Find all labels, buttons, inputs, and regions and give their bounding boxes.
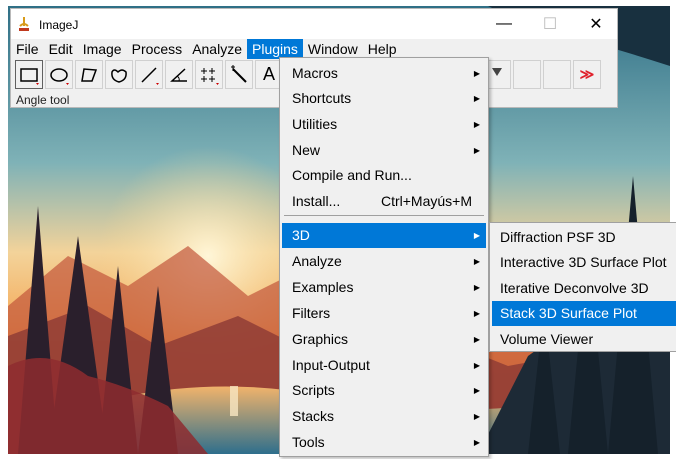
menu-bar: File Edit Image Process Analyze Plugins … xyxy=(11,39,617,59)
custom-tool-2-button[interactable] xyxy=(543,60,571,89)
plugins-menu-item-stacks[interactable]: Stacks ▶ xyxy=(282,404,486,429)
angle-icon xyxy=(170,67,187,82)
polygon-tool-button[interactable] xyxy=(75,60,103,89)
rectangle-tool-button[interactable] xyxy=(15,60,43,89)
submenu-arrow-icon: ▶ xyxy=(473,309,480,318)
menu-separator xyxy=(284,215,484,216)
submenu-item-interactive-3d-surface-plot[interactable]: Interactive 3D Surface Plot xyxy=(492,250,676,275)
plugins-menu-item-macros[interactable]: Macros ▶ xyxy=(282,61,486,86)
line-icon xyxy=(141,66,159,85)
plugins-menu-item-shortcuts[interactable]: Shortcuts ▶ xyxy=(282,86,486,111)
submenu-arrow-icon: ▶ xyxy=(473,146,480,155)
menu-file[interactable]: File xyxy=(11,39,44,59)
oval-tool-button[interactable] xyxy=(45,60,73,89)
submenu-arrow-icon: ▶ xyxy=(473,231,480,240)
text-tool-glyph: A xyxy=(262,64,275,84)
submenu-arrow-icon: ▶ xyxy=(473,69,480,78)
submenu-arrow-icon: ▶ xyxy=(473,412,480,421)
freehand-icon xyxy=(111,68,127,83)
title-bar[interactable]: ImageJ — ☐ ✕ xyxy=(11,9,617,39)
plugins-menu-item-utilities[interactable]: Utilities ▶ xyxy=(282,112,486,137)
submenu-item-stack-3d-surface-plot[interactable]: Stack 3D Surface Plot xyxy=(492,301,676,326)
plugins-menu-item-scripts[interactable]: Scripts ▶ xyxy=(282,378,486,403)
menu-help[interactable]: Help xyxy=(363,39,402,59)
minimize-button[interactable]: — xyxy=(481,9,527,39)
submenu-item-diffraction-psf-3d[interactable]: Diffraction PSF 3D xyxy=(492,225,676,250)
multipoint-icon xyxy=(201,67,219,85)
line-tool-button[interactable] xyxy=(135,60,163,89)
submenu-arrow-icon: ▶ xyxy=(473,438,480,447)
oval-icon xyxy=(50,67,69,85)
wand-icon xyxy=(231,64,247,83)
plugins-menu-item-new[interactable]: New ▶ xyxy=(282,138,486,163)
polygon-icon xyxy=(81,67,98,82)
submenu-arrow-icon: ▶ xyxy=(473,361,480,370)
dropdown-indicator-icon xyxy=(492,67,502,76)
plugins-menu: Macros ▶ Shortcuts ▶ Utilities ▶ New ▶ Compi… xyxy=(279,57,489,457)
menu-edit[interactable]: Edit xyxy=(44,39,78,59)
status-text: Angle tool xyxy=(16,93,70,107)
maximize-button[interactable]: ☐ xyxy=(527,9,573,39)
submenu-item-iterative-deconvolve-3d[interactable]: Iterative Deconvolve 3D xyxy=(492,276,676,301)
plugins-menu-item-tools[interactable]: Tools ▶ xyxy=(282,430,486,455)
submenu-arrow-icon: ▶ xyxy=(473,94,480,103)
submenu-arrow-icon: ▶ xyxy=(473,257,480,266)
plugins-menu-item-analyze[interactable]: Analyze ▶ xyxy=(282,249,486,274)
plugins-menu-item-3d[interactable]: 3D ▶ xyxy=(282,223,486,248)
rectangle-icon xyxy=(20,67,39,85)
plugins-menu-item-filters[interactable]: Filters ▶ xyxy=(282,301,486,326)
install-shortcut: Ctrl+Mayús+M xyxy=(380,193,472,209)
submenu-3d: Diffraction PSF 3D Interactive 3D Surfac… xyxy=(489,222,676,352)
submenu-arrow-icon: ▶ xyxy=(473,386,480,395)
submenu-item-volume-viewer[interactable]: Volume Viewer xyxy=(492,327,676,352)
imagej-logo-icon xyxy=(17,16,31,32)
plugins-menu-item-input-output[interactable]: Input-Output ▶ xyxy=(282,353,486,378)
plugins-menu-item-install[interactable]: Install... Ctrl+Mayús+M xyxy=(282,189,486,214)
angle-tool-button[interactable] xyxy=(165,60,193,89)
wand-tool-button[interactable] xyxy=(225,60,253,89)
plugins-menu-item-compile-and-run[interactable]: Compile and Run... xyxy=(282,163,486,188)
submenu-arrow-icon: ▶ xyxy=(473,335,480,344)
close-button[interactable]: ✕ xyxy=(573,9,619,39)
custom-tool-1-button[interactable] xyxy=(513,60,541,89)
plugins-menu-item-examples[interactable]: Examples ▶ xyxy=(282,275,486,300)
menu-window[interactable]: Window xyxy=(303,39,363,59)
window-title: ImageJ xyxy=(39,18,79,32)
menu-analyze[interactable]: Analyze xyxy=(187,39,247,59)
freehand-tool-button[interactable] xyxy=(105,60,133,89)
plugins-menu-item-graphics[interactable]: Graphics ▶ xyxy=(282,327,486,352)
point-tool-button[interactable] xyxy=(195,60,223,89)
menu-plugins[interactable]: Plugins xyxy=(247,39,303,59)
submenu-arrow-icon: ▶ xyxy=(473,120,480,129)
menu-image[interactable]: Image xyxy=(78,39,127,59)
menu-process[interactable]: Process xyxy=(127,39,188,59)
submenu-arrow-icon: ▶ xyxy=(473,283,480,292)
more-tools-button[interactable]: ≫ xyxy=(573,60,601,89)
more-tools-icon: ≫ xyxy=(579,66,595,82)
